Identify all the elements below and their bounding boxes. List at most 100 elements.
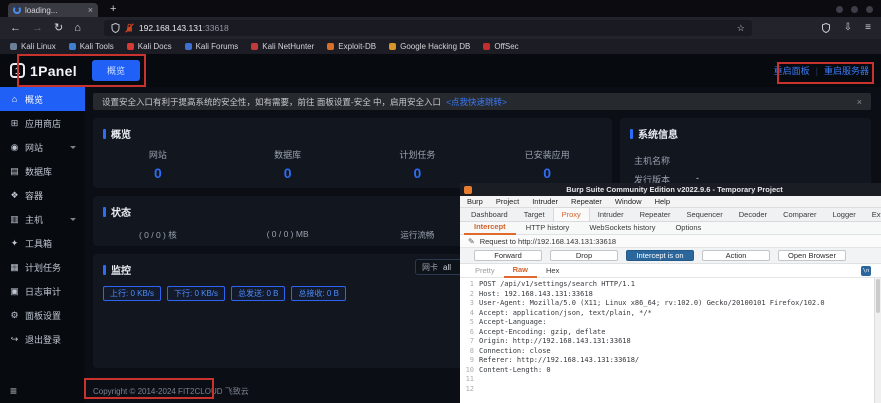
security-notice-bar: 设置安全入口有利于提高系统的安全性，如有需要，前往 面板设置-安全 中，启用安全… <box>93 93 871 110</box>
stat-databases-value[interactable]: 0 <box>223 165 353 181</box>
sidebar-item-app-store[interactable]: ⊞应用商店 <box>0 111 85 135</box>
tab-close-icon[interactable]: × <box>88 6 93 15</box>
notice-close-icon[interactable]: × <box>857 97 862 107</box>
bookmark-google-hacking-db[interactable]: Google Hacking DB <box>389 42 470 51</box>
downloads-icon[interactable]: ⇩ <box>844 23 852 33</box>
pill-total-sent: 总发送: 0 B <box>231 286 285 301</box>
view-tab-raw[interactable]: Raw <box>504 263 537 278</box>
tab-target[interactable]: Target <box>516 208 553 221</box>
pill-upload: 上行: 0 KB/s <box>103 286 161 301</box>
tab-logger[interactable]: Logger <box>824 208 863 221</box>
sidebar-collapse-icon[interactable]: ≡ <box>10 385 17 397</box>
stat-installed-apps-value[interactable]: 0 <box>482 165 612 181</box>
insecure-lock-icon[interactable] <box>125 23 134 33</box>
tab-sequencer[interactable]: Sequencer <box>678 208 730 221</box>
menu-repeater[interactable]: Repeater <box>571 197 602 206</box>
bookmark-kali-docs[interactable]: Kali Docs <box>127 42 172 51</box>
menu-window[interactable]: Window <box>615 197 642 206</box>
bookmark-star-icon[interactable]: ☆ <box>737 23 745 34</box>
kali-docs-icon <box>127 43 134 50</box>
reload-icon[interactable]: ↻ <box>54 23 63 34</box>
sidebar-item-logout[interactable]: ↪退出登录 <box>0 327 85 351</box>
stat-websites: 网站 0 <box>93 148 223 181</box>
intercept-toggle-button[interactable]: Intercept is on <box>626 250 694 261</box>
sidebar-item-toolbox[interactable]: ✦工具箱 <box>0 231 85 255</box>
bookmark-kali-linux[interactable]: Kali Linux <box>10 42 56 51</box>
chevron-down-icon <box>70 218 76 221</box>
pill-total-received: 总接收: 0 B <box>291 286 345 301</box>
minimize-button[interactable] <box>836 6 843 13</box>
sidebar-item-container[interactable]: ❖容器 <box>0 183 85 207</box>
stat-websites-value[interactable]: 0 <box>93 165 223 181</box>
bookmark-offsec[interactable]: OffSec <box>483 42 518 51</box>
forward-icon[interactable]: → <box>32 23 43 34</box>
loading-spinner-icon <box>13 6 21 14</box>
url-text: 192.168.143.131:33618 <box>139 23 229 33</box>
subtab-websockets-history[interactable]: WebSockets history <box>579 222 665 234</box>
forward-button[interactable]: Forward <box>474 250 542 261</box>
kali-tools-icon <box>69 43 76 50</box>
request-line: Accept-Language: <box>460 318 881 328</box>
shield-icon[interactable] <box>111 23 120 33</box>
status-cpu: ( 0 / 0 ) 核 <box>93 229 223 241</box>
burp-menu-bar: Burp Project Intruder Repeater Window He… <box>460 196 881 208</box>
request-line: Origin: http://192.168.143.131:33618 <box>460 337 881 347</box>
request-to-text: Request to http://192.168.143.131:33618 <box>480 237 616 246</box>
bookmark-kali-nethunter[interactable]: Kali NetHunter <box>251 42 314 51</box>
bookmark-exploit-db[interactable]: Exploit-DB <box>327 42 376 51</box>
notice-jump-link[interactable]: <点我快速跳转> <box>446 96 507 108</box>
sidebar-item-settings[interactable]: ⚙面板设置 <box>0 303 85 327</box>
burp-title-bar[interactable]: Burp Suite Community Edition v2022.9.6 -… <box>460 183 881 196</box>
menu-project[interactable]: Project <box>496 197 519 206</box>
new-tab-button[interactable]: + <box>110 4 116 15</box>
tab-proxy[interactable]: Proxy <box>553 207 590 221</box>
bookmark-kali-forums[interactable]: Kali Forums <box>185 42 239 51</box>
url-bar[interactable]: 192.168.143.131:33618 ☆ <box>104 20 752 36</box>
tab-extender[interactable]: Extender <box>864 208 881 221</box>
stat-cronjobs-value[interactable]: 0 <box>353 165 483 181</box>
stat-cronjobs: 计划任务 0 <box>353 148 483 181</box>
back-icon[interactable]: ← <box>10 23 21 34</box>
drop-button[interactable]: Drop <box>550 250 618 261</box>
request-line: Accept-Encoding: gzip, deflate <box>460 328 881 338</box>
tab-decoder[interactable]: Decoder <box>731 208 775 221</box>
subtab-options[interactable]: Options <box>665 222 711 234</box>
view-tab-pretty[interactable]: Pretty <box>466 264 504 277</box>
view-tab-hex[interactable]: Hex <box>537 264 568 277</box>
newline-toggle-icon[interactable]: \n <box>861 266 871 276</box>
notice-text: 设置安全入口有利于提高系统的安全性，如有需要，前往 面板设置-安全 中，启用安全… <box>102 96 441 108</box>
tab-dashboard[interactable]: Dashboard <box>463 208 516 221</box>
open-browser-button[interactable]: Open Browser <box>778 250 846 261</box>
menu-help[interactable]: Help <box>655 197 670 206</box>
sidebar-item-website[interactable]: ◉网站 <box>0 135 85 159</box>
sidebar-item-logs[interactable]: ▣日志审计 <box>0 279 85 303</box>
subtab-http-history[interactable]: HTTP history <box>516 222 580 234</box>
request-line <box>460 375 881 385</box>
menu-hamburger-icon[interactable]: ≡ <box>865 23 871 33</box>
request-line: POST /api/v1/settings/search HTTP/1.1 <box>460 280 881 290</box>
google-hacking-icon <box>389 43 396 50</box>
action-button[interactable]: Action <box>702 250 770 261</box>
sidebar-item-overview[interactable]: ⌂概览 <box>0 87 85 111</box>
menu-intruder[interactable]: Intruder <box>532 197 558 206</box>
pencil-icon: ✎ <box>468 237 475 246</box>
sidebar-item-database[interactable]: ▤数据库 <box>0 159 85 183</box>
browser-tab[interactable]: loading... × <box>8 3 98 17</box>
sidebar-item-cron[interactable]: ▦计划任务 <box>0 255 85 279</box>
bookmark-kali-tools[interactable]: Kali Tools <box>69 42 114 51</box>
menu-burp[interactable]: Burp <box>467 197 483 206</box>
home-icon[interactable]: ⌂ <box>74 23 81 34</box>
website-icon: ◉ <box>9 142 20 153</box>
burp-request-editor[interactable]: POST /api/v1/settings/search HTTP/1.1 Ho… <box>460 278 881 403</box>
sidebar-item-host[interactable]: ▥主机 <box>0 207 85 231</box>
maximize-button[interactable] <box>851 6 858 13</box>
editor-scrollbar[interactable] <box>874 278 881 403</box>
protection-shield-icon[interactable] <box>821 23 831 33</box>
tab-intruder[interactable]: Intruder <box>590 208 632 221</box>
chevron-down-icon <box>70 146 76 149</box>
close-window-button[interactable] <box>866 6 873 13</box>
subtab-intercept[interactable]: Intercept <box>464 221 516 235</box>
tab-comparer[interactable]: Comparer <box>775 208 824 221</box>
overview-card: 概览 网站 0 数据库 0 计划任务 0 已安装应用 0 <box>93 118 612 188</box>
tab-repeater[interactable]: Repeater <box>632 208 679 221</box>
